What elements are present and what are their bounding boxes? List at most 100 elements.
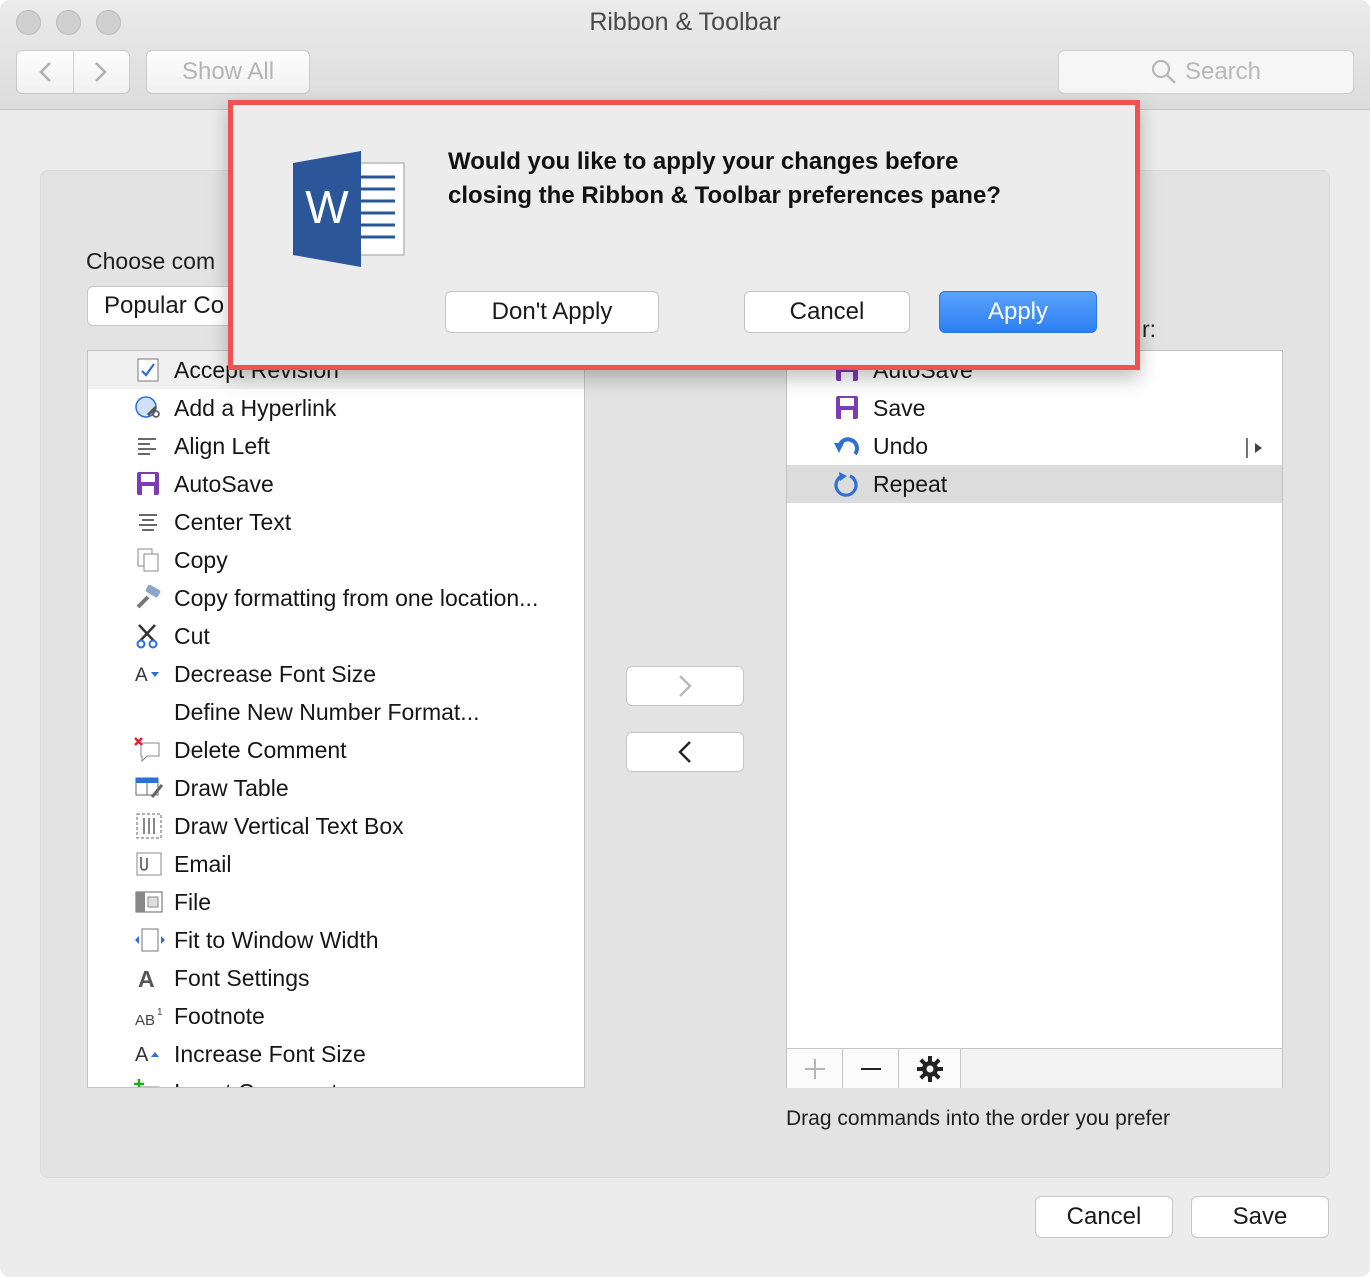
toolbar-item-label: Save — [873, 395, 926, 421]
toolbar-list-item[interactable]: Undo — [787, 427, 1282, 465]
svg-text:A: A — [138, 966, 155, 991]
svg-text:AB: AB — [135, 1012, 155, 1029]
available-item-label: Insert Comment — [174, 1079, 338, 1087]
available-list-item[interactable]: A Font Settings — [88, 959, 584, 997]
available-list-item[interactable]: Delete Comment — [88, 731, 584, 769]
dont-apply-button[interactable]: Don't Apply — [445, 291, 659, 333]
available-list-item[interactable]: Add a Hyperlink — [88, 389, 584, 427]
copy-icon — [134, 547, 162, 573]
window-title: Ribbon & Toolbar — [589, 8, 781, 36]
available-item-label: File — [174, 889, 212, 915]
available-list-item[interactable]: File — [88, 883, 584, 921]
search-field[interactable]: Search — [1058, 50, 1354, 94]
toolbar-item-label: Repeat — [873, 471, 948, 497]
available-list-item[interactable]: Center Text — [88, 503, 584, 541]
email-icon — [134, 851, 162, 877]
autosave-icon — [134, 471, 162, 497]
fit-width-icon — [134, 927, 165, 953]
gear-icon — [916, 1055, 943, 1082]
add-command-button[interactable] — [626, 666, 744, 706]
toolbar-commands-list[interactable]: AutoSave Save Undo Repeat — [786, 350, 1283, 1088]
minus-icon — [860, 1067, 881, 1070]
drag-hint: Drag commands into the order you prefer — [786, 1107, 1171, 1130]
save-icon — [833, 395, 861, 421]
word-app-icon: W — [293, 151, 405, 267]
options-button[interactable] — [899, 1049, 961, 1088]
chevron-right-icon — [95, 62, 108, 82]
available-item-label: Cut — [174, 623, 210, 649]
available-list-item[interactable]: Cut — [88, 617, 584, 655]
choose-commands-label: Choose com — [86, 248, 216, 274]
hyperlink-icon — [134, 395, 162, 421]
apply-button[interactable]: Apply — [939, 291, 1097, 333]
chevron-right-icon — [679, 675, 692, 697]
available-item-label: Footnote — [174, 1003, 265, 1029]
center-text-icon — [134, 509, 162, 535]
toolbar-list-item[interactable]: Save — [787, 389, 1282, 427]
available-item-label: Align Left — [174, 433, 270, 459]
undo-icon — [833, 433, 861, 459]
available-item-label: AutoSave — [174, 471, 274, 497]
search-icon — [1151, 59, 1176, 84]
available-item-label: Draw Vertical Text Box — [174, 813, 404, 839]
draw-table-icon — [134, 775, 164, 801]
available-item-label: Font Settings — [174, 965, 310, 991]
available-list-item[interactable]: A Decrease Font Size — [88, 655, 584, 693]
preferences-window: Ribbon & Toolbar Show All Search Choose … — [0, 0, 1370, 1277]
remove-command-button[interactable] — [626, 732, 744, 772]
list-controls — [787, 1048, 1282, 1088]
font-settings-icon: A — [134, 965, 162, 992]
dialog-message: Would you like to apply your changes bef… — [448, 145, 1108, 213]
toolbar-list-item[interactable]: Repeat — [787, 465, 1282, 503]
available-list-item[interactable]: Align Left — [88, 427, 584, 465]
dialog-cancel-button[interactable]: Cancel — [744, 291, 910, 333]
available-list-item[interactable]: Fit to Window Width — [88, 921, 584, 959]
footnote-icon: AB 1 — [134, 1003, 163, 1029]
title-bar: Ribbon & Toolbar Show All Search — [0, 0, 1370, 110]
toolbar-item-label: Undo — [873, 433, 928, 459]
word-app-letter: W — [305, 181, 349, 233]
add-item-button[interactable] — [787, 1049, 843, 1088]
available-item-label: Email — [174, 851, 232, 877]
file-icon — [134, 889, 163, 915]
available-list-item[interactable]: Copy formatting from one location... — [88, 579, 584, 617]
forward-button[interactable] — [72, 51, 130, 93]
show-all-button[interactable]: Show All — [146, 50, 310, 94]
available-list-item[interactable]: Email — [88, 845, 584, 883]
available-item-label: Decrease Font Size — [174, 661, 376, 687]
available-item-label: Center Text — [174, 509, 292, 535]
save-button[interactable]: Save — [1191, 1196, 1329, 1238]
available-item-label: Draw Table — [174, 775, 289, 801]
accept-revision-icon — [134, 357, 162, 383]
available-list-item[interactable]: Insert Comment — [88, 1073, 584, 1087]
cancel-button[interactable]: Cancel — [1035, 1196, 1173, 1238]
svg-text:1: 1 — [157, 1007, 163, 1018]
decrease-font-icon: A — [134, 661, 162, 687]
available-item-label: Add a Hyperlink — [174, 395, 337, 421]
vertical-textbox-icon — [134, 813, 162, 839]
increase-font-icon: A — [134, 1041, 162, 1067]
scissors-icon — [134, 623, 162, 649]
available-list-item[interactable]: Define New Number Format... — [88, 693, 584, 731]
search-placeholder: Search — [1184, 58, 1262, 85]
available-list-item[interactable]: A Increase Font Size — [88, 1035, 584, 1073]
available-item-label: Increase Font Size — [174, 1041, 366, 1067]
insert-comment-icon — [134, 1079, 162, 1087]
back-button[interactable] — [17, 51, 73, 93]
available-commands-list[interactable]: Accept Revision Add a Hyperlink Align Left… — [87, 350, 585, 1088]
available-list-item[interactable]: AB 1 Footnote — [88, 997, 584, 1035]
available-list-item[interactable]: Copy — [88, 541, 584, 579]
available-item-label: Delete Comment — [174, 737, 347, 763]
delete-comment-icon — [134, 737, 162, 763]
available-list-item[interactable]: Draw Vertical Text Box — [88, 807, 584, 845]
dialog-message-line1: Would you like to apply your changes bef… — [448, 148, 959, 175]
remove-item-button[interactable] — [843, 1049, 899, 1088]
available-list-item[interactable]: AutoSave — [88, 465, 584, 503]
chevron-left-icon — [38, 62, 51, 82]
customize-label-fragment: r: — [1142, 316, 1157, 342]
available-list-item[interactable]: Draw Table — [88, 769, 584, 807]
chevron-left-icon — [678, 741, 691, 763]
align-left-icon — [134, 433, 162, 459]
available-item-label: Copy — [174, 547, 228, 573]
format-painter-icon — [134, 584, 162, 611]
